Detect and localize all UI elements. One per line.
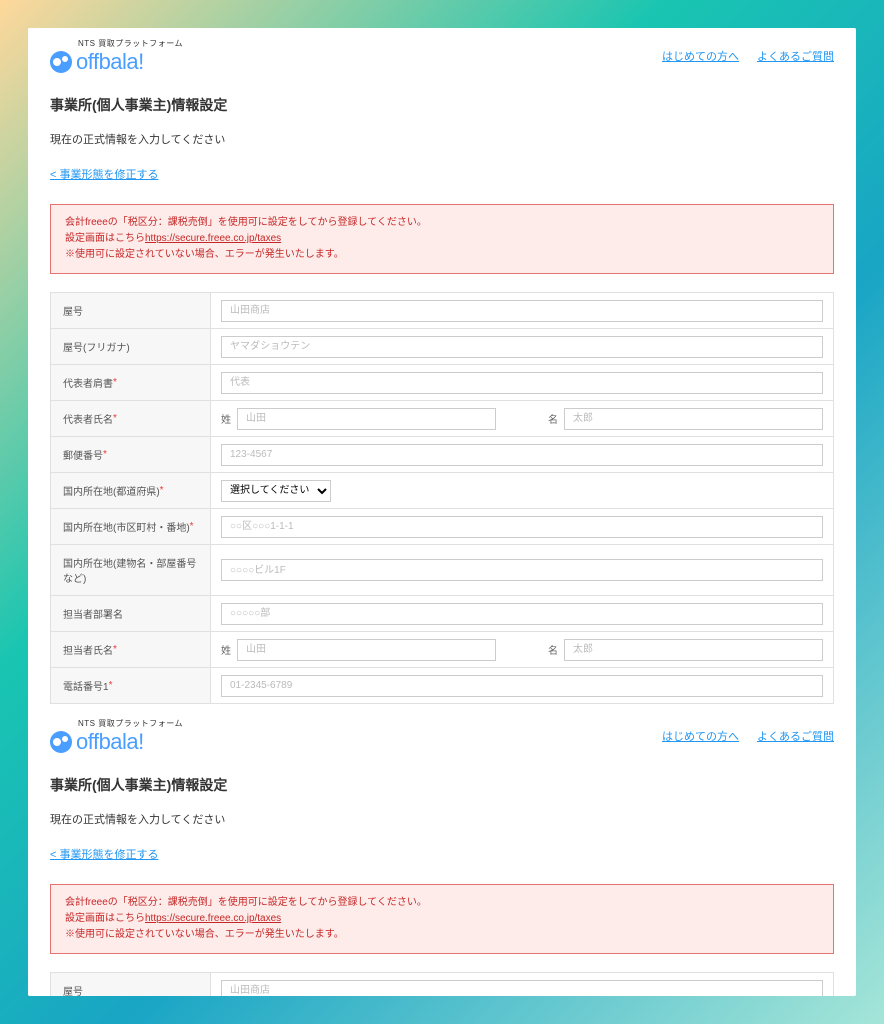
input-city[interactable]	[221, 516, 823, 538]
input-dept[interactable]	[221, 603, 823, 625]
input-rep-title[interactable]	[221, 372, 823, 394]
input-contact-mei[interactable]	[564, 639, 823, 661]
label-postal: 郵便番号*	[51, 437, 211, 472]
page-title-2: 事業所(個人事業主)情報設定	[50, 775, 834, 795]
logo-2[interactable]: offbala!	[50, 729, 144, 755]
alert-link[interactable]: https://secure.freee.co.jp/taxes	[145, 233, 281, 244]
alert-line-2: 設定画面はこちらhttps://secure.freee.co.jp/taxes	[65, 231, 819, 247]
label-contact-name: 担当者氏名*	[51, 632, 211, 667]
back-link-2[interactable]: < 事業形態を修正する	[50, 846, 158, 862]
form-table: 屋号 屋号(フリガナ) 代表者肩書* 代表者氏名* 姓	[50, 292, 834, 704]
alert-line-1b: 会計freeeの「税区分：課税売倒」を使用可に設定をしてから登録してください。	[65, 895, 819, 911]
input-rep-mei[interactable]	[564, 408, 823, 430]
label-trade-name: 屋号	[51, 293, 211, 328]
alert-line-1: 会計freeeの「税区分：課税売倒」を使用可に設定をしてから登録してください。	[65, 215, 819, 231]
alert-line-3: ※使用可に設定されていない場合、エラーが発生いたします。	[65, 247, 819, 263]
label-bldg: 国内所在地(建物名・部屋番号など)	[51, 545, 211, 595]
input-phone[interactable]	[221, 675, 823, 697]
subtitle: 現在の正式情報を入力してください	[50, 131, 834, 147]
logo-block-2: NTS 買取プラットフォーム offbala!	[50, 718, 183, 755]
page-title: 事業所(個人事業主)情報設定	[50, 95, 834, 115]
label-pref: 国内所在地(都道府県)*	[51, 473, 211, 508]
logo[interactable]: offbala!	[50, 49, 144, 75]
subtitle-2: 現在の正式情報を入力してください	[50, 811, 834, 827]
label-trade-name-2: 屋号	[51, 973, 211, 996]
label-trade-name-kana: 屋号(フリガナ)	[51, 329, 211, 364]
label-mei: 名	[548, 411, 558, 426]
logo-icon-2	[50, 731, 72, 753]
logo-icon	[50, 51, 72, 73]
label-rep-name: 代表者氏名*	[51, 401, 211, 436]
input-trade-name[interactable]	[221, 300, 823, 322]
input-rep-sei[interactable]	[237, 408, 496, 430]
link-faq-2[interactable]: よくあるご質問	[757, 728, 834, 744]
select-pref[interactable]: 選択してください	[221, 480, 331, 502]
label-city: 国内所在地(市区町村・番地)*	[51, 509, 211, 544]
logo-block: NTS 買取プラットフォーム offbala!	[50, 38, 183, 75]
link-first-time-2[interactable]: はじめての方へ	[662, 728, 739, 744]
tagline: NTS 買取プラットフォーム	[78, 38, 183, 49]
label-dept: 担当者部署名	[51, 596, 211, 631]
header-2: NTS 買取プラットフォーム offbala! はじめての方へ よくあるご質問	[50, 718, 834, 755]
alert-line-2b: 設定画面はこちらhttps://secure.freee.co.jp/taxes	[65, 911, 819, 927]
label-sei: 姓	[221, 411, 231, 426]
alert-line-3b: ※使用可に設定されていない場合、エラーが発生いたします。	[65, 927, 819, 943]
header-links-2: はじめての方へ よくあるご質問	[662, 728, 834, 744]
input-bldg[interactable]	[221, 559, 823, 581]
logo-text-2: offbala!	[76, 729, 144, 755]
back-link[interactable]: < 事業形態を修正する	[50, 166, 158, 182]
alert-box-2: 会計freeeの「税区分：課税売倒」を使用可に設定をしてから登録してください。 …	[50, 884, 834, 954]
label-rep-title: 代表者肩書*	[51, 365, 211, 400]
input-trade-name-kana[interactable]	[221, 336, 823, 358]
header: NTS 買取プラットフォーム offbala! はじめての方へ よくあるご質問	[50, 38, 834, 75]
input-postal[interactable]	[221, 444, 823, 466]
link-first-time[interactable]: はじめての方へ	[662, 48, 739, 64]
logo-text: offbala!	[76, 49, 144, 75]
header-links: はじめての方へ よくあるご質問	[662, 48, 834, 64]
input-contact-sei[interactable]	[237, 639, 496, 661]
tagline-2: NTS 買取プラットフォーム	[78, 718, 183, 729]
alert-box: 会計freeeの「税区分：課税売倒」を使用可に設定をしてから登録してください。 …	[50, 204, 834, 274]
label-phone: 電話番号1*	[51, 668, 211, 703]
label-sei-2: 姓	[221, 642, 231, 657]
form-table-2: 屋号 屋号(フリガナ) 代表者肩書* 代表者氏名* 姓	[50, 972, 834, 996]
input-trade-name-2[interactable]	[221, 980, 823, 997]
label-mei-2: 名	[548, 642, 558, 657]
alert-link-2[interactable]: https://secure.freee.co.jp/taxes	[145, 913, 281, 924]
link-faq[interactable]: よくあるご質問	[757, 48, 834, 64]
